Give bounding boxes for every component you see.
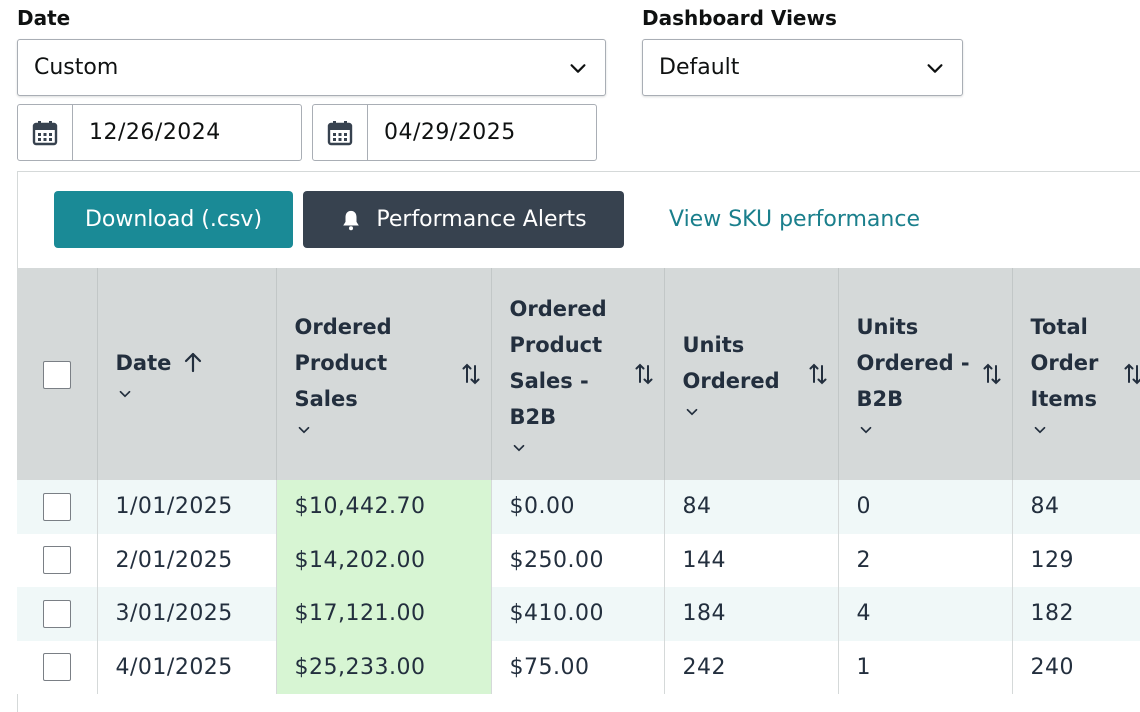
cell-total-order-items: 129	[1012, 533, 1140, 587]
dashboard-views-label: Dashboard Views	[642, 6, 837, 30]
column-header-units-ordered-b2b[interactable]: Units Ordered - B2B	[838, 268, 1013, 480]
table-row: 2/01/2025 $14,202.00 $250.00 144 2 129	[17, 533, 1140, 587]
chevron-down-icon	[927, 63, 943, 73]
download-csv-label: Download (.csv)	[84, 207, 263, 232]
chevron-down-icon[interactable]	[857, 421, 875, 439]
cell-date: 1/01/2025	[97, 480, 277, 534]
chevron-down-icon[interactable]	[683, 403, 701, 421]
cell-units-ordered-b2b: 4	[838, 587, 1013, 641]
cell-ordered-sales-b2b: $250.00	[491, 533, 665, 587]
cell-units-ordered-b2b: 2	[838, 533, 1013, 587]
bell-icon	[343, 210, 360, 230]
column-header-units-ordered-b2b-label: Units Ordered - B2B	[856, 315, 970, 411]
column-header-ordered-sales-b2b-label: Ordered Product Sales - B2B	[509, 297, 607, 429]
row-select-cell	[17, 587, 98, 641]
sort-icon[interactable]	[634, 362, 654, 386]
column-header-ordered-sales-label: Ordered Product Sales	[294, 315, 392, 411]
cell-units-ordered: 84	[664, 480, 839, 534]
sales-table: Date Ordered Product Sales Ordered Produ…	[17, 268, 1140, 694]
column-header-ordered-sales[interactable]: Ordered Product Sales	[276, 268, 492, 480]
select-all-checkbox[interactable]	[42, 361, 71, 389]
sort-ascending-icon[interactable]	[181, 350, 205, 374]
calendar-icon[interactable]	[313, 105, 368, 160]
date-label: Date	[17, 6, 71, 30]
calendar-icon[interactable]	[18, 105, 73, 160]
column-header-date-label: Date	[115, 351, 172, 375]
start-date-field[interactable]: 12/26/2024	[17, 104, 302, 161]
row-checkbox[interactable]	[42, 546, 71, 575]
row-select-cell	[17, 533, 98, 587]
row-select-cell	[17, 640, 98, 694]
date-range-value: Custom	[34, 55, 119, 80]
row-checkbox[interactable]	[42, 492, 71, 521]
column-header-date[interactable]: Date	[97, 268, 277, 480]
column-header-total-order-items[interactable]: Total Order Items	[1012, 268, 1140, 480]
dashboard-views-select[interactable]: Default	[642, 39, 963, 96]
cell-total-order-items: 240	[1012, 640, 1140, 694]
end-date-field[interactable]: 04/29/2025	[312, 104, 597, 161]
cell-ordered-sales: $17,121.00	[276, 587, 492, 641]
dashboard-views-value: Default	[659, 55, 740, 80]
chevron-down-icon[interactable]	[116, 385, 134, 403]
cell-ordered-sales-b2b: $75.00	[491, 640, 665, 694]
cell-date: 3/01/2025	[97, 587, 277, 641]
chevron-down-icon[interactable]	[295, 421, 313, 439]
table-row: 3/01/2025 $17,121.00 $410.00 184 4 182	[17, 587, 1140, 641]
end-date-value: 04/29/2025	[384, 120, 516, 145]
sort-icon[interactable]	[982, 362, 1002, 386]
chevron-down-icon[interactable]	[1031, 421, 1049, 439]
cell-date: 4/01/2025	[97, 640, 277, 694]
row-select-cell	[17, 480, 98, 534]
row-checkbox[interactable]	[42, 653, 71, 682]
table-header-row: Date Ordered Product Sales Ordered Produ…	[17, 268, 1140, 480]
download-csv-button[interactable]: Download (.csv)	[54, 191, 293, 248]
table-row: 1/01/2025 $10,442.70 $0.00 84 0 84	[17, 480, 1140, 534]
column-header-total-order-items-label: Total Order Items	[1030, 315, 1099, 411]
cell-ordered-sales-b2b: $410.00	[491, 587, 665, 641]
column-header-units-ordered-label: Units Ordered	[682, 333, 780, 393]
date-range-select[interactable]: Custom	[17, 39, 606, 96]
cell-units-ordered-b2b: 1	[838, 640, 1013, 694]
cell-total-order-items: 182	[1012, 587, 1140, 641]
chevron-down-icon[interactable]	[510, 439, 528, 457]
cell-total-order-items: 84	[1012, 480, 1140, 534]
performance-alerts-label: Performance Alerts	[376, 207, 587, 232]
cell-units-ordered: 242	[664, 640, 839, 694]
cell-units-ordered: 184	[664, 587, 839, 641]
row-checkbox[interactable]	[42, 599, 71, 628]
sort-icon[interactable]	[461, 362, 481, 386]
sort-icon[interactable]	[1123, 362, 1140, 386]
select-all-cell	[17, 268, 98, 480]
cell-units-ordered-b2b: 0	[838, 480, 1013, 534]
cell-ordered-sales-b2b: $0.00	[491, 480, 665, 534]
cell-ordered-sales: $25,233.00	[276, 640, 492, 694]
column-header-ordered-sales-b2b[interactable]: Ordered Product Sales - B2B	[491, 268, 665, 480]
chevron-down-icon	[570, 63, 586, 73]
cell-date: 2/01/2025	[97, 533, 277, 587]
sort-icon[interactable]	[808, 362, 828, 386]
view-sku-performance-link[interactable]: View SKU performance	[669, 207, 920, 232]
start-date-value: 12/26/2024	[89, 120, 221, 145]
cell-units-ordered: 144	[664, 533, 839, 587]
cell-ordered-sales: $14,202.00	[276, 533, 492, 587]
performance-alerts-button[interactable]: Performance Alerts	[303, 191, 624, 248]
cell-ordered-sales: $10,442.70	[276, 480, 492, 534]
table-row: 4/01/2025 $25,233.00 $75.00 242 1 240	[17, 640, 1140, 694]
column-header-units-ordered[interactable]: Units Ordered	[664, 268, 839, 480]
